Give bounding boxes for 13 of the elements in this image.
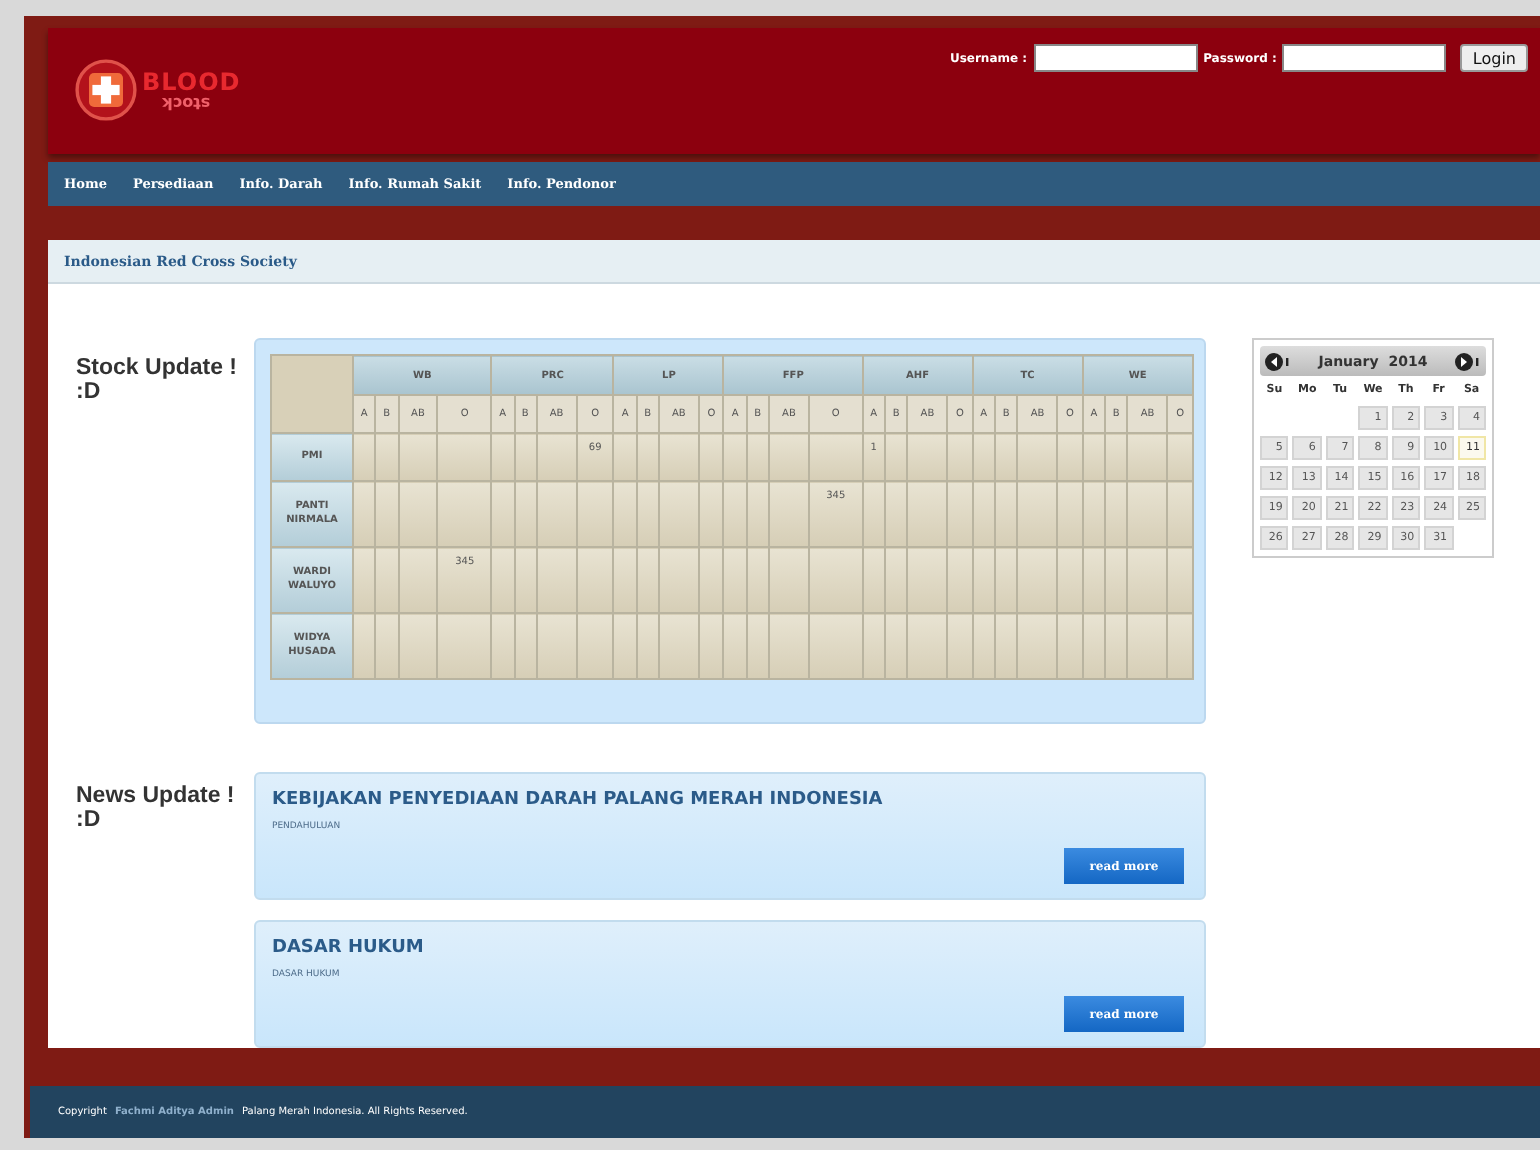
next-icon[interactable] xyxy=(1454,351,1482,372)
news-title: DASAR HUKUM xyxy=(272,938,426,959)
logo-text: BLOOD xyxy=(142,70,241,94)
news-title: KEBIJAKAN PENYEDIAAN DARAH PALANG MERAH INDONESIA xyxy=(272,790,885,811)
username-field[interactable] xyxy=(1033,44,1198,72)
login-button[interactable]: Login xyxy=(1460,44,1528,72)
section-heading: News Update ! :D xyxy=(76,784,237,833)
logo-text: stock xyxy=(162,94,211,110)
cross-logo-icon xyxy=(72,56,140,124)
password-field[interactable] xyxy=(1282,44,1447,72)
previous-icon[interactable] xyxy=(1264,351,1292,372)
table-corner xyxy=(271,355,353,434)
section-heading: Stock Update ! :D xyxy=(76,356,240,405)
